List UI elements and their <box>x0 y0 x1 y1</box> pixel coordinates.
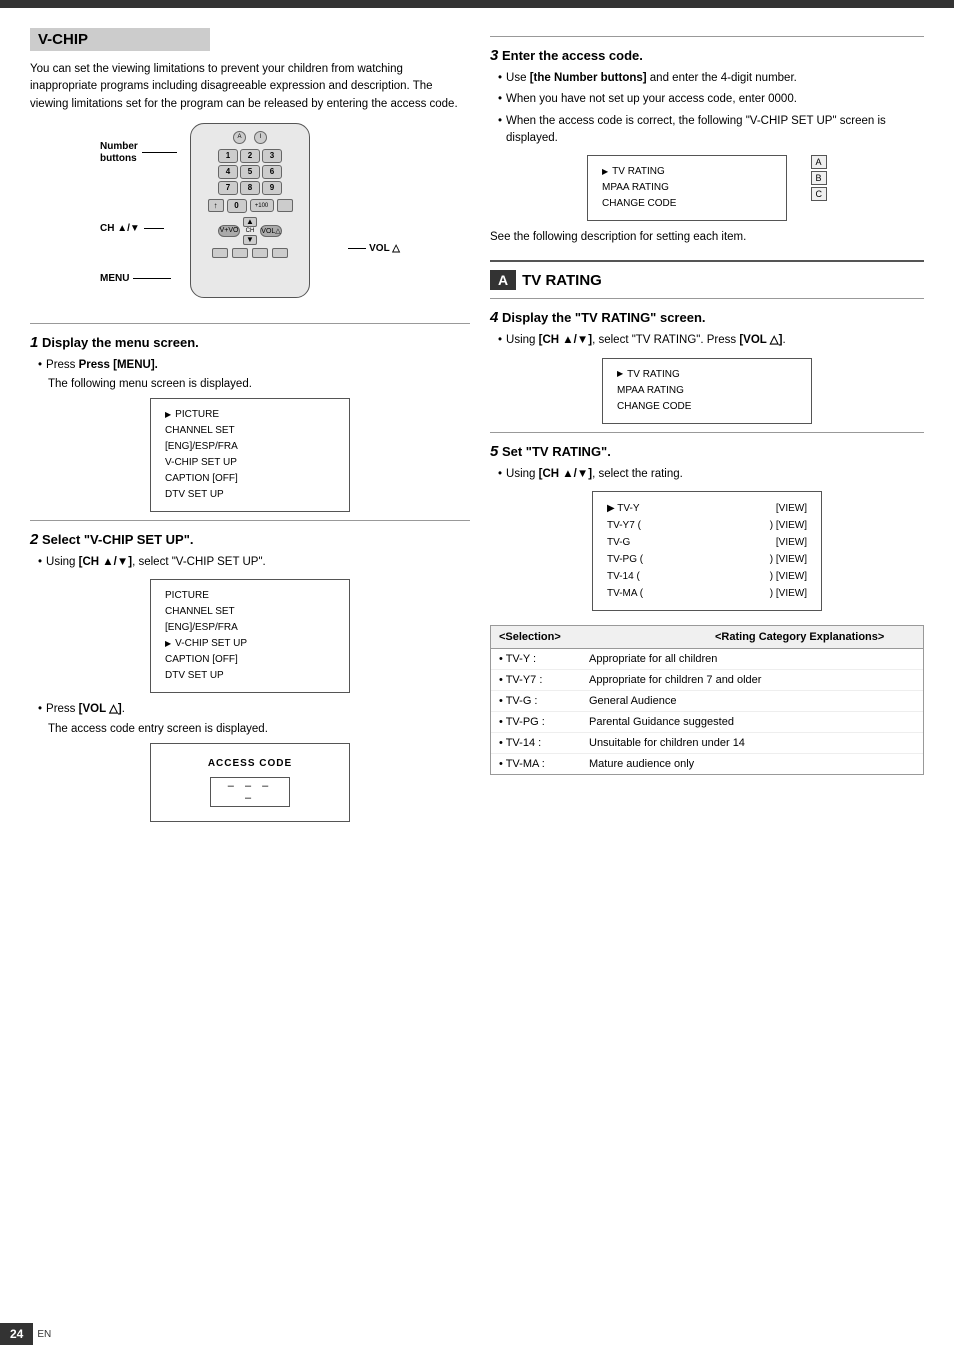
right-column: 3 Enter the access code. • Use [the Numb… <box>490 28 924 830</box>
menu-box-1: ▶ PICTURE CHANNEL SET [ENG]/ESP/FRA V-CH… <box>150 398 350 512</box>
step1-sub: The following menu screen is displayed. <box>48 378 470 390</box>
explanation-tvy7: Appropriate for children 7 and older <box>581 670 923 690</box>
explanation-tvy: Appropriate for all children <box>581 649 923 669</box>
tv-rating-values-box: ▶ TV-Y[VIEW] TV-Y7 () [VIEW] TV-G[VIEW] … <box>592 491 822 611</box>
side-label-c: C <box>811 187 828 201</box>
side-label-b: B <box>811 171 828 185</box>
page-number: 24 <box>0 1323 33 1345</box>
ch-label: CH ▲/▼ <box>100 223 140 234</box>
divider-5 <box>490 432 924 433</box>
step2-sub: The access code entry screen is displaye… <box>48 723 470 735</box>
explanation-tvma: Mature audience only <box>581 754 923 774</box>
vol-label: VOL △ <box>369 243 400 254</box>
access-code-field: – – – – <box>210 777 290 807</box>
rating-table: <Selection> <Rating Category Explanation… <box>490 625 924 775</box>
section-a-badge: A <box>490 270 516 290</box>
step2-header: 2 Select "V-CHIP SET UP". <box>30 531 470 548</box>
step5-bullet1: • Using [CH ▲/▼], select the rating. <box>498 466 924 483</box>
left-column: V-CHIP You can set the viewing limitatio… <box>30 28 470 830</box>
table-row: • TV-G : General Audience <box>491 691 923 712</box>
page-content: V-CHIP You can set the viewing limitatio… <box>0 8 954 850</box>
divider-2 <box>30 520 470 521</box>
explanation-tvg: General Audience <box>581 691 923 711</box>
table-row: • TV-Y7 : Appropriate for children 7 and… <box>491 670 923 691</box>
step4-header: 4 Display the "TV RATING" screen. <box>490 309 924 326</box>
table-row: • TV-PG : Parental Guidance suggested <box>491 712 923 733</box>
bottom-bar: 24 EN <box>0 1320 954 1348</box>
selection-tvg: • TV-G : <box>491 691 581 711</box>
selection-tvpg: • TV-PG : <box>491 712 581 732</box>
divider-4 <box>490 298 924 299</box>
step3-after-text: See the following description for settin… <box>490 229 924 246</box>
step1-bullet1: • Press Press [MENU]. <box>38 357 470 374</box>
table-row: • TV-14 : Unsuitable for children under … <box>491 733 923 754</box>
step3-bullet2: • When you have not set up your access c… <box>498 91 924 108</box>
selection-tvma: • TV-MA : <box>491 754 581 774</box>
step3-bullet1: • Use [the Number buttons] and enter the… <box>498 70 924 87</box>
menu-label: MENU <box>100 273 129 284</box>
number-buttons-label: Numberbuttons <box>100 141 138 165</box>
step1-header: 1 Display the menu screen. <box>30 334 470 351</box>
page-lang: EN <box>37 1329 51 1340</box>
table-header-row: <Selection> <Rating Category Explanation… <box>491 626 923 649</box>
tv-rating-section-header: A TV RATING <box>490 260 924 290</box>
tv-rating-title: TV RATING <box>522 272 602 289</box>
side-label-a: A <box>811 155 828 169</box>
divider-1 <box>30 323 470 324</box>
access-code-box: ACCESS CODE – – – – <box>150 743 350 822</box>
vchip-menu-box: ▶ TV RATING MPAA RATING CHANGE CODE <box>587 155 787 221</box>
step4-bullet1: • Using [CH ▲/▼], select "TV RATING". Pr… <box>498 332 924 349</box>
step3-header: 3 Enter the access code. <box>490 47 924 64</box>
vchip-side-labels: A B C <box>811 155 828 201</box>
explanation-tv14: Unsuitable for children under 14 <box>581 733 923 753</box>
selection-tv14: • TV-14 : <box>491 733 581 753</box>
step2-bullet1: • Using [CH ▲/▼], select "V-CHIP SET UP"… <box>38 554 470 571</box>
remote-diagram: A I 1 2 3 4 5 6 7 8 9 <box>30 123 470 308</box>
vchip-menu-container: ▶ TV RATING MPAA RATING CHANGE CODE A B … <box>587 155 827 221</box>
step2-bullet2: • Press [VOL △]. <box>38 701 470 718</box>
step5-header: 5 Set "TV RATING". <box>490 443 924 460</box>
col1-header: <Selection> <box>491 626 707 648</box>
table-body: • TV-Y : Appropriate for all children • … <box>491 649 923 774</box>
step3-bullet3: • When the access code is correct, the f… <box>498 113 924 148</box>
tv-rating-menu-box: ▶ TV RATING MPAA RATING CHANGE CODE <box>602 358 812 424</box>
top-bar <box>0 0 954 8</box>
col2-header: <Rating Category Explanations> <box>707 626 923 648</box>
access-code-label: ACCESS CODE <box>171 758 329 769</box>
selection-tvy7: • TV-Y7 : <box>491 670 581 690</box>
explanation-tvpg: Parental Guidance suggested <box>581 712 923 732</box>
vchip-intro: You can set the viewing limitations to p… <box>30 61 470 113</box>
selection-tvy: • TV-Y : <box>491 649 581 669</box>
table-row: • TV-MA : Mature audience only <box>491 754 923 774</box>
vchip-section-title: V-CHIP <box>30 28 210 51</box>
menu-box-2: PICTURE CHANNEL SET [ENG]/ESP/FRA ▶ V-CH… <box>150 579 350 693</box>
table-row: • TV-Y : Appropriate for all children <box>491 649 923 670</box>
divider-3 <box>490 36 924 37</box>
